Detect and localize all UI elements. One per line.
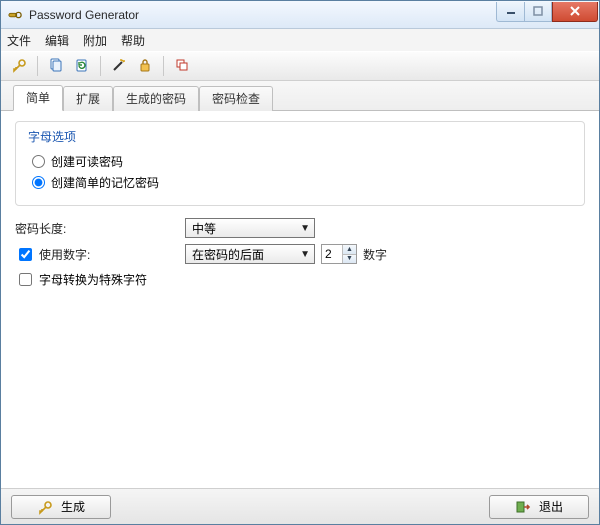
toolbar-refresh-button[interactable] (70, 54, 94, 78)
menu-bar: 文件 编辑 附加 帮助 (1, 29, 599, 51)
letter-options-group: 字母选项 创建可读密码 创建简单的记忆密码 (15, 121, 585, 206)
lock-icon (137, 57, 153, 76)
digits-tail-label: 数字 (363, 246, 387, 263)
length-row: 密码长度: 中等 ▼ (15, 218, 585, 238)
radio-readable-row[interactable]: 创建可读密码 (32, 153, 572, 170)
special-label: 字母转换为特殊字符 (39, 271, 147, 288)
close-button[interactable] (552, 2, 598, 22)
toolbar-stack-button[interactable] (170, 54, 194, 78)
length-select[interactable]: 中等 ▼ (185, 218, 315, 238)
radio-memorable-row[interactable]: 创建简单的记忆密码 (32, 174, 572, 191)
digits-position-select[interactable]: 在密码的后面 ▼ (185, 244, 315, 264)
minimize-button[interactable] (496, 2, 524, 22)
menu-edit[interactable]: 编辑 (45, 32, 69, 49)
exit-icon (515, 499, 531, 515)
app-window: Password Generator 文件 编辑 附加 帮助 (0, 0, 600, 525)
menu-file[interactable]: 文件 (7, 32, 31, 49)
use-digits-checkbox[interactable] (19, 248, 32, 261)
tab-check[interactable]: 密码检查 (199, 86, 273, 111)
stepper-down[interactable]: ▼ (343, 255, 356, 264)
exit-label: 退出 (539, 498, 563, 515)
digits-count-value: 2 (322, 245, 342, 263)
chevron-down-icon: ▼ (300, 249, 310, 260)
radio-readable[interactable] (32, 155, 45, 168)
tab-content: 字母选项 创建可读密码 创建简单的记忆密码 密码长度: 中等 ▼ 使用数字: (1, 111, 599, 488)
use-digits-label: 使用数字: (39, 246, 90, 263)
window-controls (496, 2, 598, 22)
wand-icon (111, 57, 127, 76)
menu-help[interactable]: 帮助 (121, 32, 145, 49)
radio-readable-label: 创建可读密码 (51, 153, 123, 170)
digits-count-stepper[interactable]: 2 ▲ ▼ (321, 244, 357, 264)
special-row: 字母转换为特殊字符 (15, 270, 585, 289)
toolbar-key-button[interactable] (7, 54, 31, 78)
digits-position-value: 在密码的后面 (192, 246, 264, 263)
key-icon (11, 57, 27, 76)
tab-generated[interactable]: 生成的密码 (113, 86, 199, 111)
stepper-up[interactable]: ▲ (343, 245, 356, 255)
toolbar-separator (100, 56, 101, 76)
menu-extra[interactable]: 附加 (83, 32, 107, 49)
tab-simple[interactable]: 简单 (13, 85, 63, 111)
toolbar-wand-button[interactable] (107, 54, 131, 78)
maximize-button[interactable] (524, 2, 552, 22)
key-icon (37, 499, 53, 515)
group-legend: 字母选项 (28, 128, 76, 145)
length-value: 中等 (192, 220, 216, 237)
radio-memorable[interactable] (32, 176, 45, 189)
app-icon (7, 7, 23, 23)
length-label: 密码长度: (15, 220, 185, 237)
toolbar-copy-button[interactable] (44, 54, 68, 78)
digits-row: 使用数字: 在密码的后面 ▼ 2 ▲ ▼ 数字 (15, 244, 585, 264)
copy-icon (48, 57, 64, 76)
radio-memorable-label: 创建简单的记忆密码 (51, 174, 159, 191)
generate-label: 生成 (61, 498, 85, 515)
tab-extended[interactable]: 扩展 (63, 86, 113, 111)
toolbar-separator (37, 56, 38, 76)
title-bar: Password Generator (1, 1, 599, 29)
refresh-icon (74, 57, 90, 76)
stepper-buttons: ▲ ▼ (342, 245, 356, 263)
window-title: Password Generator (29, 8, 496, 22)
toolbar-lock-button[interactable] (133, 54, 157, 78)
toolbar (1, 51, 599, 81)
toolbar-separator (163, 56, 164, 76)
exit-button[interactable]: 退出 (489, 495, 589, 519)
chevron-down-icon: ▼ (300, 223, 310, 234)
special-checkbox[interactable] (19, 273, 32, 286)
use-digits-cell: 使用数字: (15, 245, 185, 264)
footer-bar: 生成 退出 (1, 488, 599, 524)
tab-strip: 简单 扩展 生成的密码 密码检查 (1, 81, 599, 111)
stack-icon (174, 57, 190, 76)
generate-button[interactable]: 生成 (11, 495, 111, 519)
